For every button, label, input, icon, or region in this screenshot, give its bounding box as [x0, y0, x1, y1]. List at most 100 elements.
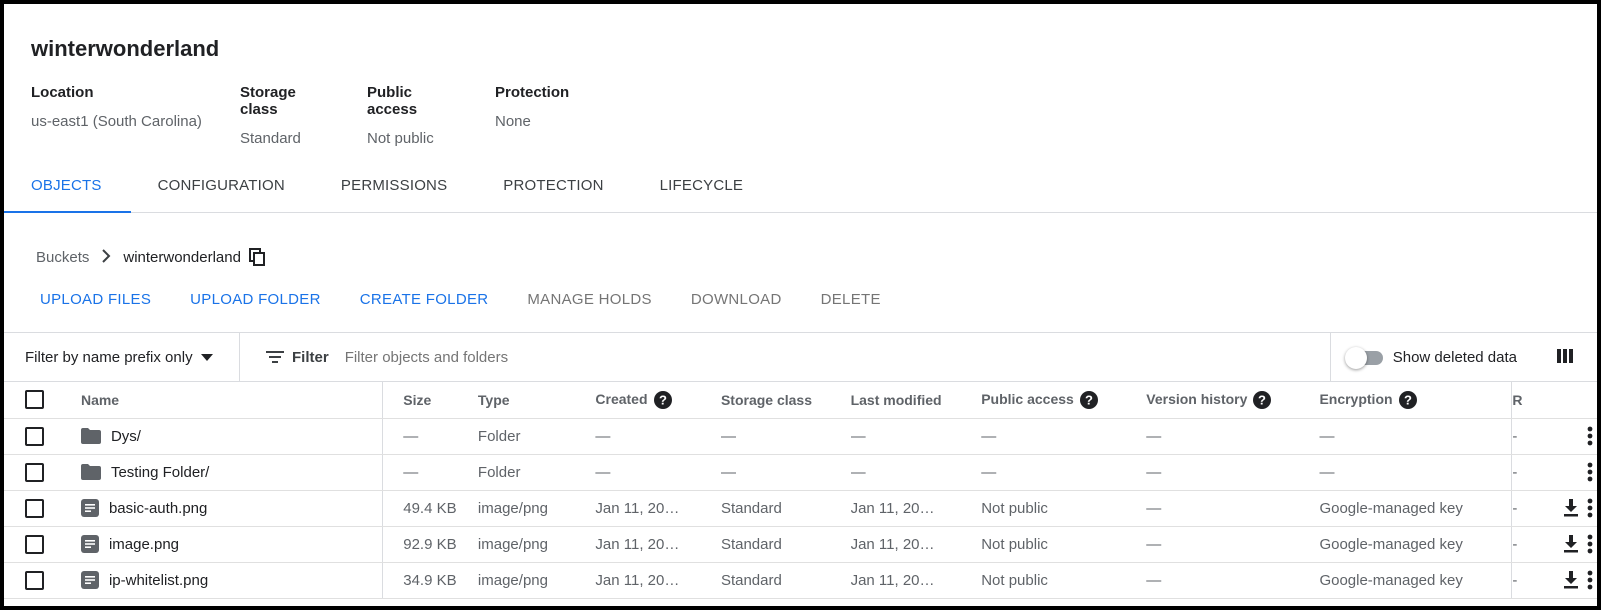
- delete-button[interactable]: DELETE: [821, 291, 881, 308]
- filter-button[interactable]: Filter: [266, 349, 329, 366]
- download-button[interactable]: DOWNLOAD: [691, 291, 782, 308]
- help-icon[interactable]: ?: [1398, 390, 1417, 409]
- file-icon: [80, 535, 99, 553]
- more-vert-icon[interactable]: [1587, 534, 1593, 554]
- storage-class-cell: Standard: [720, 490, 851, 527]
- upload-files-button[interactable]: UPLOAD FILES: [40, 291, 151, 308]
- tab-permissions[interactable]: PERMISSIONS: [314, 172, 476, 212]
- property-protection: Protection None: [495, 84, 569, 147]
- encryption-cell: Google-managed key: [1319, 526, 1512, 563]
- column-display-icon[interactable]: [1557, 348, 1573, 369]
- object-name-link[interactable]: Testing Folder/: [111, 464, 209, 481]
- property-label: Protection: [495, 84, 570, 101]
- row-select-cell: [4, 490, 81, 527]
- filter-list-icon: [266, 351, 284, 363]
- public-access-cell: Not public: [981, 562, 1147, 599]
- header-public-access-label: Public access: [981, 390, 1074, 407]
- table-row[interactable]: image.png 92.9 KB image/png Jan 11, 20… Stan…: [4, 526, 1597, 563]
- row-checkbox[interactable]: [25, 534, 44, 554]
- object-name-cell[interactable]: Testing Folder/: [80, 454, 384, 491]
- object-name-cell[interactable]: ip-whitelist.png: [80, 562, 384, 599]
- header-created[interactable]: Created?: [595, 382, 721, 419]
- select-all-checkbox[interactable]: [25, 390, 44, 410]
- show-deleted-data-toggle[interactable]: Show deleted data: [1329, 333, 1517, 381]
- objects-table: Name Size Type Created? Storage class La…: [4, 382, 1597, 599]
- header-encryption[interactable]: Encryption?: [1319, 382, 1512, 419]
- property-location: Location us-east1 (South Carolina): [31, 84, 210, 147]
- object-name-link[interactable]: image.png: [109, 536, 179, 553]
- type-cell: image/png: [477, 526, 596, 563]
- truncated-cell: -: [1511, 490, 1543, 527]
- created-cell: —: [595, 418, 721, 455]
- more-vert-icon[interactable]: [1587, 462, 1593, 482]
- table-row[interactable]: Dys/— Folder — — — — — — -: [4, 418, 1597, 455]
- breadcrumb-buckets-link[interactable]: Buckets: [36, 249, 89, 266]
- header-name[interactable]: Name: [80, 382, 384, 419]
- row-checkbox[interactable]: [25, 498, 44, 518]
- filter-input[interactable]: [344, 348, 945, 366]
- create-folder-button[interactable]: CREATE FOLDER: [360, 291, 489, 308]
- tab-lifecycle[interactable]: LIFECYCLE: [633, 172, 773, 212]
- more-vert-icon[interactable]: [1587, 426, 1593, 446]
- breadcrumb-current: winterwonderland: [123, 248, 241, 266]
- header-size[interactable]: Size: [382, 382, 478, 419]
- encryption-cell: Google-managed key: [1319, 562, 1512, 599]
- storage-class-cell: —: [720, 418, 851, 455]
- table-row[interactable]: basic-auth.png 49.4 KB image/png Jan 11, 20…: [4, 490, 1597, 527]
- chevron-right-icon: [101, 248, 111, 266]
- header-last-modified[interactable]: Last modified: [850, 382, 982, 419]
- row-checkbox[interactable]: [25, 570, 44, 590]
- created-cell: Jan 11, 20…: [595, 490, 721, 527]
- copy-icon[interactable]: [248, 248, 265, 266]
- svg-text:?: ?: [1085, 392, 1093, 407]
- breadcrumb: Buckets winterwonderland: [36, 248, 265, 266]
- size-cell: 49.4 KB: [382, 490, 478, 527]
- row-checkbox[interactable]: [25, 462, 44, 482]
- header-version-history[interactable]: Version history?: [1146, 382, 1320, 419]
- table-row[interactable]: ip-whitelist.png 34.9 KB image/png Jan 11, …: [4, 562, 1597, 599]
- download-icon[interactable]: [1563, 535, 1579, 553]
- header-type[interactable]: Type: [477, 382, 596, 419]
- property-value: Standard: [240, 130, 301, 147]
- filter-prefix-select[interactable]: Filter by name prefix only: [4, 333, 240, 381]
- help-icon[interactable]: ?: [1253, 390, 1272, 409]
- property-label: Public access: [367, 84, 418, 118]
- more-vert-icon[interactable]: [1587, 498, 1593, 518]
- size-cell: 34.9 KB: [382, 562, 478, 599]
- header-truncated[interactable]: R: [1511, 382, 1543, 419]
- created-cell: —: [595, 454, 721, 491]
- property-value: us-east1 (South Carolina): [31, 113, 202, 130]
- object-name-link[interactable]: ip-whitelist.png: [109, 572, 208, 589]
- header-public-access[interactable]: Public access?: [981, 382, 1147, 419]
- truncated-cell: -: [1511, 454, 1543, 491]
- object-name-cell[interactable]: Dys/: [80, 418, 384, 455]
- table-row[interactable]: Testing Folder/— Folder — — — — — — -: [4, 454, 1597, 491]
- tab-configuration[interactable]: CONFIGURATION: [131, 172, 314, 212]
- row-checkbox[interactable]: [25, 426, 44, 446]
- object-name-link[interactable]: basic-auth.png: [109, 500, 207, 517]
- size-cell: —: [382, 418, 478, 455]
- version-history-cell: —: [1146, 454, 1320, 491]
- tab-objects[interactable]: OBJECTS: [4, 172, 131, 213]
- header-storage-class[interactable]: Storage class: [720, 382, 851, 419]
- public-access-cell: Not public: [981, 526, 1147, 563]
- property-storage-class: Storage class Standard: [240, 84, 337, 147]
- upload-folder-button[interactable]: UPLOAD FOLDER: [190, 291, 321, 308]
- last-modified-cell: —: [850, 454, 982, 491]
- object-name-cell[interactable]: image.png: [80, 526, 384, 563]
- row-select-cell: [4, 526, 81, 563]
- help-icon[interactable]: ?: [1079, 390, 1098, 409]
- caret-down-icon: [200, 349, 213, 366]
- svg-text:?: ?: [659, 392, 667, 407]
- object-name-link[interactable]: Dys/: [111, 428, 141, 445]
- storage-class-cell: —: [720, 454, 851, 491]
- toggle-switch[interactable]: [1344, 347, 1383, 369]
- tab-protection[interactable]: PROTECTION: [476, 172, 632, 212]
- object-name-cell[interactable]: basic-auth.png: [80, 490, 384, 527]
- manage-holds-button[interactable]: MANAGE HOLDS: [527, 291, 651, 308]
- download-icon[interactable]: [1563, 499, 1579, 517]
- more-vert-icon[interactable]: [1587, 570, 1593, 590]
- download-icon[interactable]: [1563, 571, 1579, 589]
- help-icon[interactable]: ?: [653, 390, 672, 409]
- created-cell: Jan 11, 20…: [595, 526, 721, 563]
